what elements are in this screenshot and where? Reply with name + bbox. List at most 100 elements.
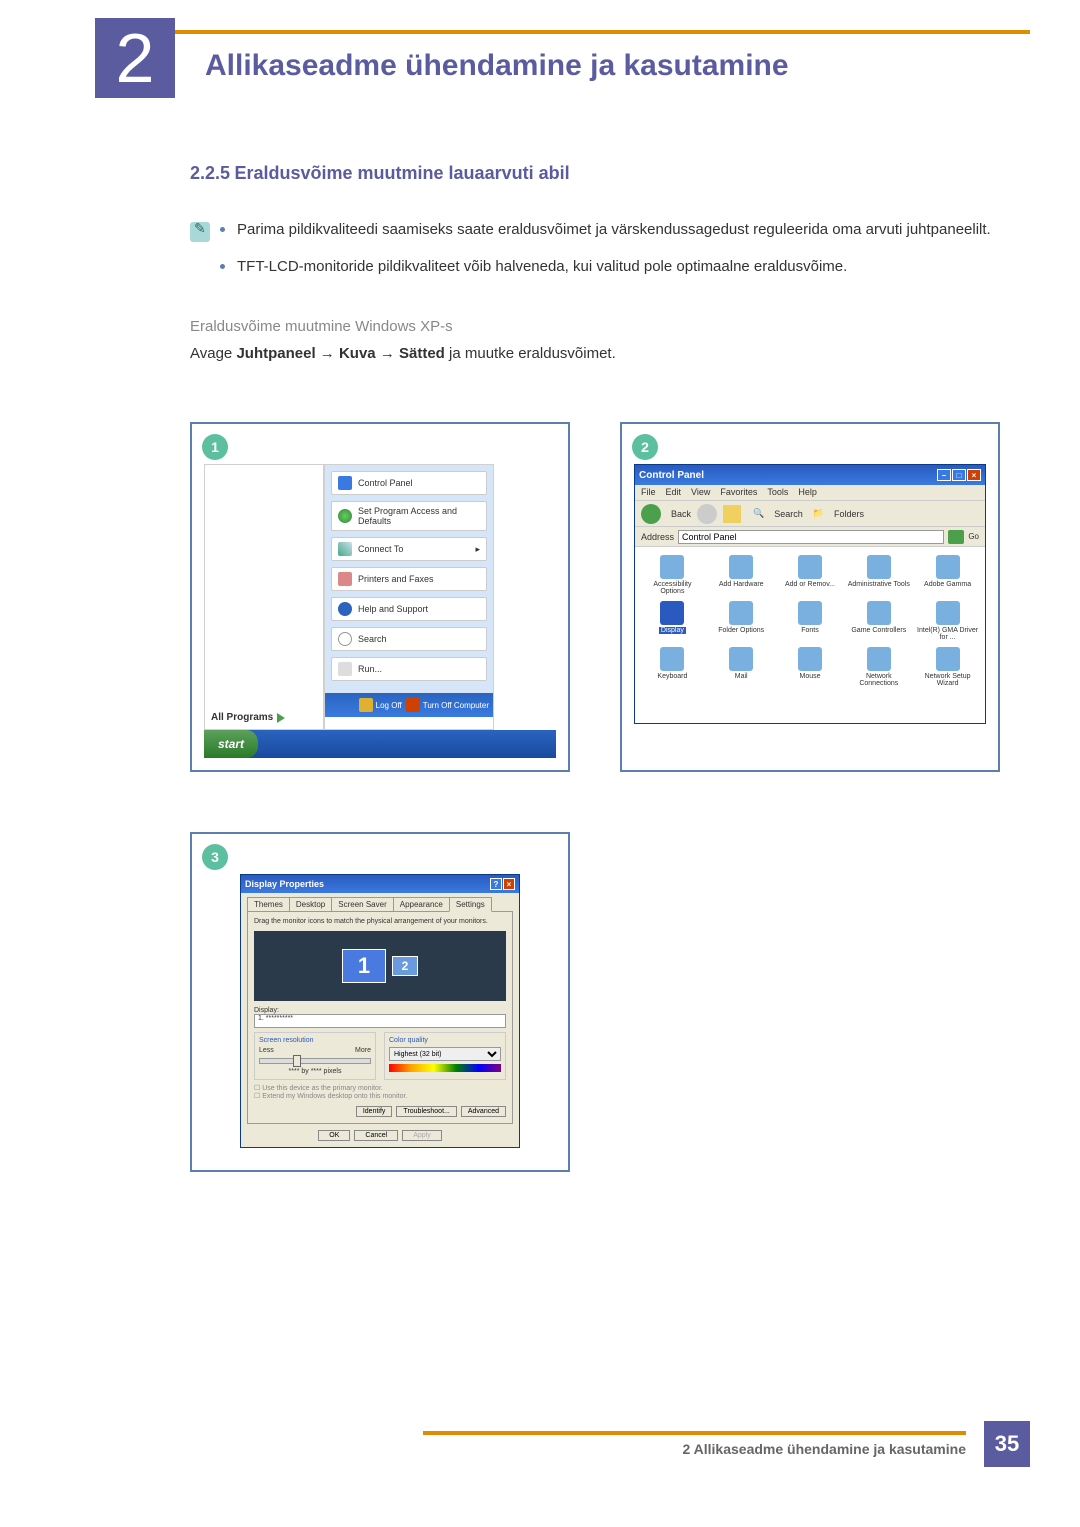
cancel-button[interactable]: Cancel — [354, 1130, 398, 1141]
cp-item-icon — [729, 555, 753, 579]
tab-settings[interactable]: Settings — [449, 897, 492, 912]
search-icon — [338, 632, 352, 646]
apply-button[interactable]: Apply — [402, 1130, 442, 1141]
ok-button[interactable]: OK — [318, 1130, 350, 1141]
cp-item-label: Add Hardware — [719, 581, 764, 588]
cp-icon-item[interactable]: Administrative Tools — [847, 555, 910, 595]
start-item-search[interactable]: Search — [331, 627, 487, 651]
display-select[interactable]: 1. ********** — [254, 1014, 506, 1028]
monitor-arrangement[interactable]: 1 2 — [254, 931, 506, 1001]
menu-tools[interactable]: Tools — [767, 487, 788, 498]
printers-icon — [338, 572, 352, 586]
all-programs-button[interactable]: All Programs — [211, 712, 285, 723]
cp-item-label: Add or Remov... — [785, 581, 835, 588]
menu-edit[interactable]: Edit — [666, 487, 682, 498]
tab-screensaver[interactable]: Screen Saver — [331, 897, 393, 912]
control-panel-icon — [338, 476, 352, 490]
resolution-slider[interactable] — [259, 1058, 371, 1064]
log-off-button[interactable]: Log Off — [359, 698, 402, 712]
cp-item-icon — [798, 647, 822, 671]
figure-1-start-menu: 1 All Programs — [190, 422, 570, 772]
menu-favorites[interactable]: Favorites — [720, 487, 757, 498]
cp-item-label: Network Connections — [847, 673, 910, 687]
cp-item-icon — [936, 647, 960, 671]
start-item-printers[interactable]: Printers and Faxes — [331, 567, 487, 591]
start-item-help[interactable]: Help and Support — [331, 597, 487, 621]
cp-item-icon — [660, 555, 684, 579]
cp-icon-item[interactable]: Mouse — [779, 647, 842, 687]
tab-desktop[interactable]: Desktop — [289, 897, 332, 912]
start-button[interactable]: start — [204, 730, 258, 758]
cp-item-icon — [936, 555, 960, 579]
extend-desktop-checkbox[interactable]: ☐ Extend my Windows desktop onto this mo… — [254, 1092, 506, 1100]
cp-icon-item[interactable]: Display — [641, 601, 704, 641]
help-button[interactable]: ? — [490, 878, 502, 890]
cp-item-icon — [798, 555, 822, 579]
cp-icon-item[interactable]: Intel(R) GMA Driver for ... — [916, 601, 979, 641]
identify-button[interactable]: Identify — [356, 1106, 393, 1117]
bullet-dot-icon — [220, 227, 225, 232]
dp-titlebar: Display Properties ? × — [241, 875, 519, 893]
cp-item-label: Mouse — [799, 673, 820, 680]
cp-icon-item[interactable]: Adobe Gamma — [916, 555, 979, 595]
power-icon — [406, 698, 420, 712]
monitor-2-icon[interactable]: 2 — [392, 956, 418, 976]
turn-off-button[interactable]: Turn Off Computer — [406, 698, 489, 712]
menu-help[interactable]: Help — [798, 487, 817, 498]
cp-item-label: Network Setup Wizard — [916, 673, 979, 687]
page-number: 35 — [984, 1421, 1030, 1467]
program-defaults-icon — [338, 509, 352, 523]
minimize-button[interactable]: – — [937, 469, 951, 481]
cp-item-label: Intel(R) GMA Driver for ... — [916, 627, 979, 641]
menu-view[interactable]: View — [691, 487, 710, 498]
start-item-run[interactable]: Run... — [331, 657, 487, 681]
go-button[interactable] — [948, 530, 964, 544]
cp-item-label: Fonts — [801, 627, 819, 634]
cp-icon-item[interactable]: Add Hardware — [710, 555, 773, 595]
up-button[interactable] — [723, 505, 741, 523]
cp-item-label: Administrative Tools — [848, 581, 910, 588]
tab-appearance[interactable]: Appearance — [393, 897, 450, 912]
bullet-dot-icon — [220, 264, 225, 269]
cp-window-titlebar: Control Panel – □ × — [635, 465, 985, 485]
slider-thumb[interactable] — [293, 1055, 301, 1067]
cp-icon-item[interactable]: Mail — [710, 647, 773, 687]
subsection-heading: Eraldusvõime muutmine Windows XP-s — [190, 318, 1030, 335]
start-item-defaults[interactable]: Set Program Access and Defaults — [331, 501, 487, 531]
cp-icon-item[interactable]: Game Controllers — [847, 601, 910, 641]
bullet-1: Parima pildikvaliteedi saamiseks saate e… — [220, 219, 1030, 242]
start-item-connect[interactable]: Connect To▸ — [331, 537, 487, 561]
figure-badge-2: 2 — [632, 434, 658, 460]
cp-toolbar: Back 🔍Search 📁Folders — [635, 501, 985, 527]
advanced-button[interactable]: Advanced — [461, 1106, 506, 1117]
troubleshoot-button[interactable]: Troubleshoot... — [396, 1106, 456, 1117]
cp-icon-item[interactable]: Accessibility Options — [641, 555, 704, 595]
cp-icon-item[interactable]: Network Connections — [847, 647, 910, 687]
maximize-button[interactable]: □ — [952, 469, 966, 481]
primary-monitor-checkbox[interactable]: ☐ Use this device as the primary monitor… — [254, 1084, 506, 1092]
address-input[interactable] — [678, 530, 944, 544]
cp-item-icon — [729, 601, 753, 625]
chevron-right-icon — [277, 713, 285, 723]
bullet-text: TFT-LCD-monitoride pildikvaliteet võib h… — [237, 256, 847, 279]
cp-icon-item[interactable]: Network Setup Wizard — [916, 647, 979, 687]
cp-menubar: File Edit View Favorites Tools Help — [635, 485, 985, 501]
start-item-control-panel[interactable]: Control Panel — [331, 471, 487, 495]
tab-themes[interactable]: Themes — [247, 897, 290, 912]
cp-icon-item[interactable]: Add or Remov... — [779, 555, 842, 595]
dp-tabs: Themes Desktop Screen Saver Appearance S… — [247, 897, 513, 912]
toolbar-folders[interactable]: Folders — [834, 509, 864, 519]
monitor-1-icon[interactable]: 1 — [342, 949, 386, 983]
forward-button[interactable] — [697, 504, 717, 524]
toolbar-search[interactable]: Search — [774, 509, 803, 519]
close-button[interactable]: × — [967, 469, 981, 481]
back-button[interactable] — [641, 504, 661, 524]
menu-file[interactable]: File — [641, 487, 656, 498]
close-button[interactable]: × — [503, 878, 515, 890]
cp-icon-item[interactable]: Keyboard — [641, 647, 704, 687]
cp-icon-item[interactable]: Folder Options — [710, 601, 773, 641]
cp-item-label: Mail — [735, 673, 748, 680]
color-quality-select[interactable]: Highest (32 bit) — [389, 1047, 501, 1061]
cp-item-label: Folder Options — [718, 627, 764, 634]
cp-icon-item[interactable]: Fonts — [779, 601, 842, 641]
